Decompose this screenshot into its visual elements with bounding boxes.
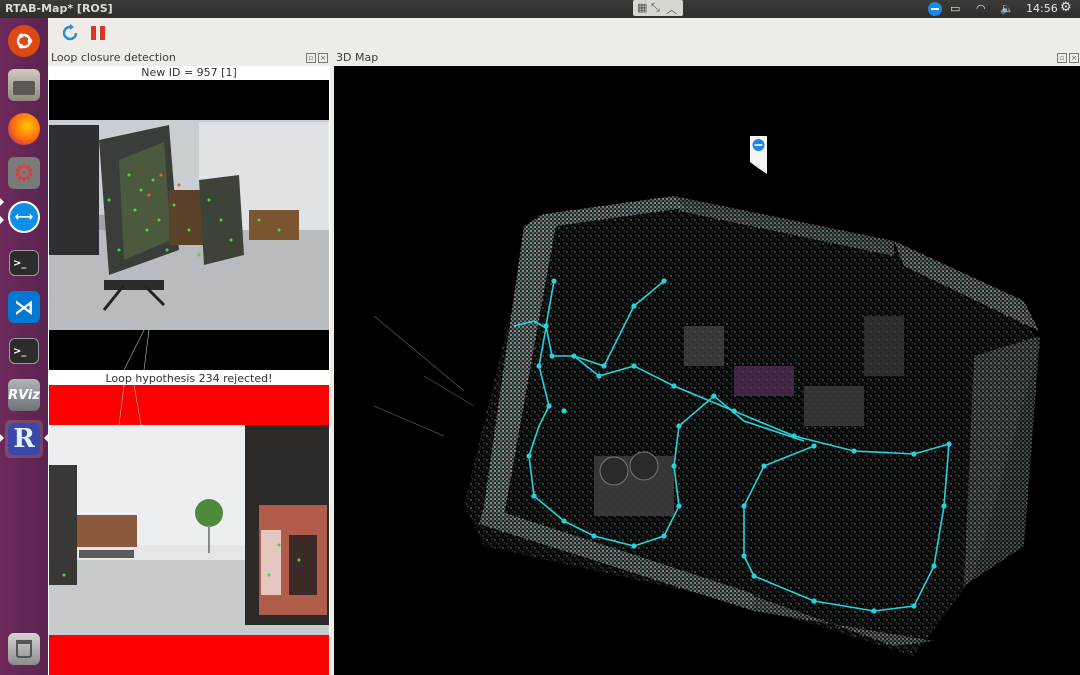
- loop-closure-panel: New ID = 957 [1] Loop hypothesis 234 rej…: [48, 66, 330, 675]
- wifi-icon[interactable]: ◠: [976, 2, 986, 15]
- chevron-up-icon[interactable]: ︿: [666, 1, 677, 17]
- launcher-teamviewer[interactable]: ⟷: [5, 198, 43, 236]
- grid-icon[interactable]: ▦: [637, 1, 647, 14]
- float-panel-icon[interactable]: ▫: [1057, 53, 1067, 63]
- trash-icon: [8, 633, 40, 665]
- launcher-rtabmap[interactable]: R: [5, 420, 43, 458]
- point-cloud: [373, 196, 1040, 656]
- loop-image: [49, 385, 329, 675]
- loop-image-view[interactable]: [49, 385, 329, 675]
- battery-icon[interactable]: ▭: [950, 2, 960, 15]
- launcher-firefox[interactable]: [5, 110, 43, 148]
- firefox-icon: [8, 113, 40, 145]
- launcher-vscode[interactable]: ⋊: [5, 288, 43, 326]
- rtabmap-icon: R: [8, 423, 40, 455]
- launcher-ubuntu[interactable]: [5, 22, 43, 60]
- files-icon: [8, 69, 40, 101]
- settings-icon: ⚙: [8, 157, 40, 189]
- launcher-rviz[interactable]: RViz: [5, 376, 43, 414]
- launcher-terminal-2[interactable]: >_: [5, 332, 43, 370]
- volume-icon[interactable]: 🔈: [1000, 2, 1014, 15]
- new-image: [49, 120, 329, 370]
- vscode-icon: ⋊: [8, 291, 40, 323]
- refresh-button[interactable]: [60, 23, 80, 43]
- teamviewer-marker-icon: [750, 136, 767, 174]
- refresh-icon: [62, 24, 78, 41]
- launcher-settings[interactable]: ⚙: [5, 154, 43, 192]
- terminal-icon: >_: [9, 250, 39, 276]
- teamviewer-icon: ⟷: [8, 201, 40, 233]
- rviz-icon: RViz: [8, 379, 40, 411]
- pause-button[interactable]: [88, 23, 108, 43]
- launcher-terminal[interactable]: >_: [5, 244, 43, 282]
- window-title: RTAB-Map* [ROS]: [5, 2, 113, 15]
- clock[interactable]: 14:56: [1026, 2, 1058, 15]
- launcher: ⚙ ⟷ >_ ⋊ >_ RViz R: [0, 18, 48, 675]
- launcher-trash[interactable]: [5, 630, 43, 668]
- new-id-caption: New ID = 957 [1]: [141, 66, 237, 79]
- float-panel-icon[interactable]: ▫: [306, 53, 316, 63]
- window-controls[interactable]: ▦ ⤡ ︿: [633, 0, 683, 16]
- map-panel-title: 3D Map: [336, 51, 379, 64]
- pause-icon: [91, 26, 105, 40]
- top-panel: RTAB-Map* [ROS] ▦ ⤡ ︿ ▭ ◠ 🔈 14:56 ⚙: [0, 0, 1080, 18]
- close-panel-icon[interactable]: ×: [318, 53, 328, 63]
- teamviewer-tray-icon[interactable]: [928, 2, 942, 16]
- map-3d-view[interactable]: [334, 66, 1080, 675]
- loop-hypothesis-caption: Loop hypothesis 234 rejected!: [105, 372, 273, 385]
- terminal-icon: >_: [9, 338, 39, 364]
- new-image-view[interactable]: [49, 80, 329, 370]
- loop-closure-panel-title: Loop closure detection: [51, 51, 176, 64]
- rtabmap-window: Loop closure detection ▫ × 3D Map ▫ × Ne…: [48, 18, 1080, 675]
- gear-icon[interactable]: ⚙: [1060, 0, 1072, 15]
- restore-icon[interactable]: ⤡: [651, 1, 660, 15]
- toolbar: [48, 18, 1080, 48]
- launcher-files[interactable]: [5, 66, 43, 104]
- ubuntu-icon: [8, 25, 40, 57]
- close-panel-icon[interactable]: ×: [1069, 53, 1079, 63]
